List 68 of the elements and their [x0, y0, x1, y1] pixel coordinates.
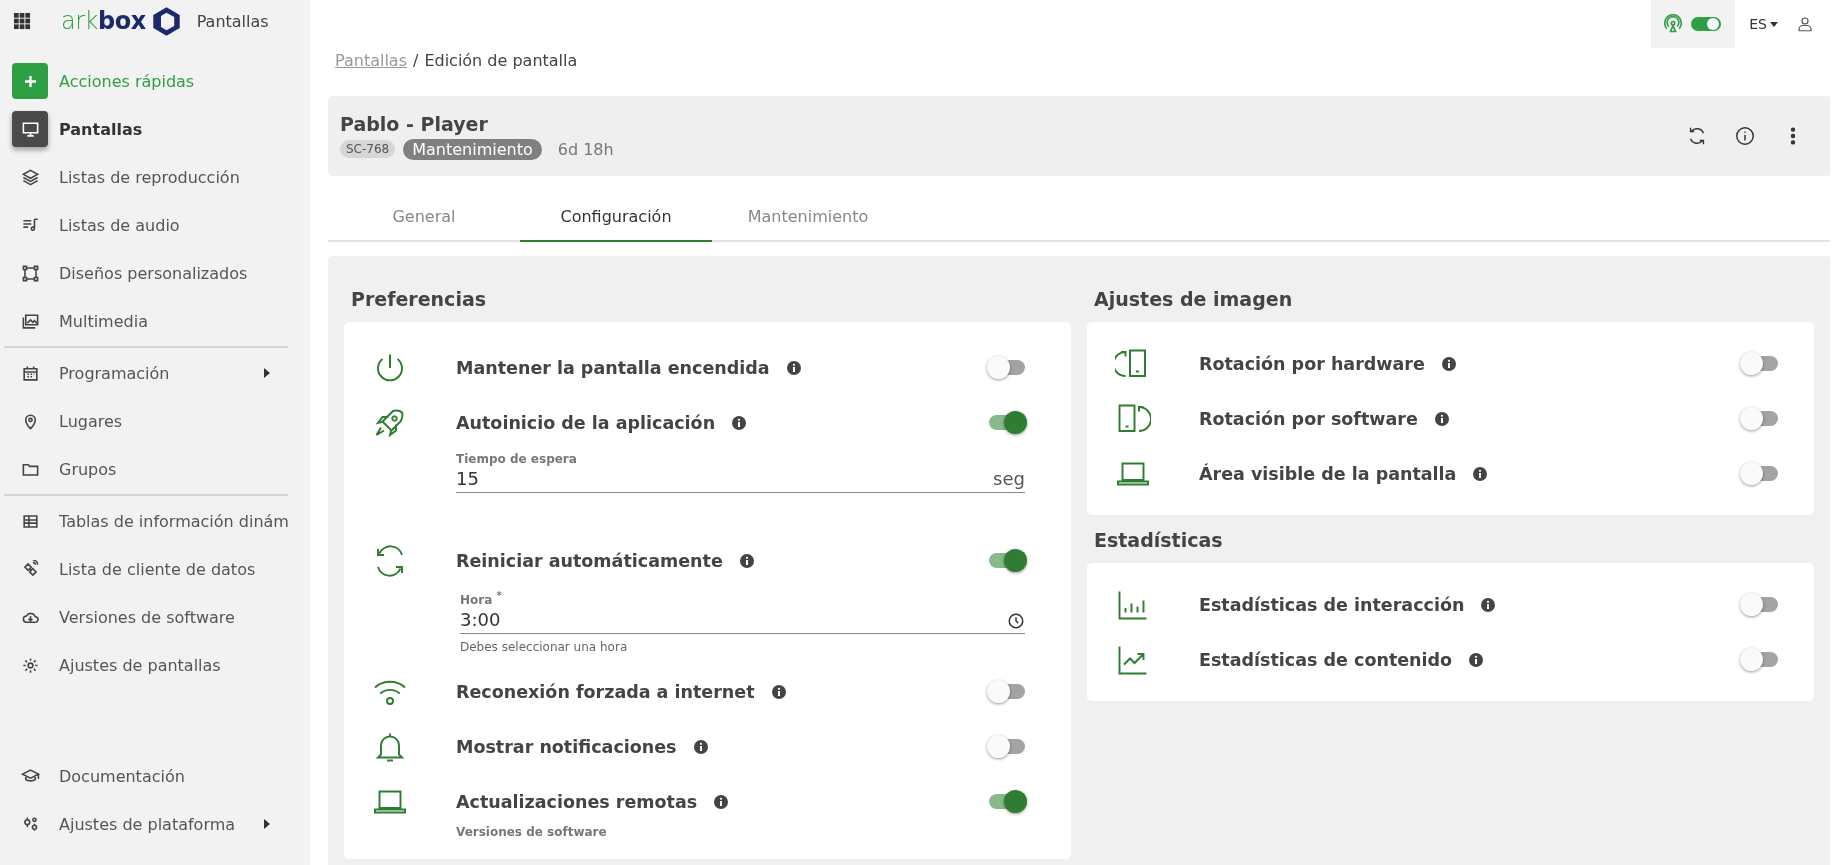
app-name: Pantallas [196, 11, 269, 31]
language-button[interactable]: ES [1749, 16, 1778, 32]
setting-label: Mantener la pantalla encendida [456, 357, 770, 378]
sidebar-item[interactable]: Programación [12, 349, 298, 397]
setting-label: Autoinicio de la aplicación [456, 412, 716, 433]
uptime-text: 6d 18h [557, 139, 614, 159]
section-title: Preferencias [350, 287, 488, 312]
info-icon[interactable] [1468, 651, 1485, 668]
setting-label: Rotación por hardware [1199, 353, 1425, 374]
sidebar-item[interactable]: Diseños personalizados [12, 249, 298, 297]
logo: arkbox [61, 4, 183, 38]
field-label: Versiones de software [456, 825, 608, 839]
field-hint: Debes seleccionar una hora [460, 640, 629, 654]
info-icon[interactable] [738, 552, 755, 569]
sidebar-item[interactable]: Multimedia [12, 297, 298, 345]
user-icon[interactable] [1796, 15, 1814, 33]
info-icon[interactable] [1480, 596, 1497, 613]
setting-label: Área visible de la pantalla [1199, 463, 1457, 484]
info-icon[interactable] [1433, 410, 1450, 427]
setting-label: Estadísticas de interacción [1199, 594, 1465, 615]
info-icon[interactable] [1472, 465, 1489, 482]
info-icon[interactable] [770, 683, 787, 700]
sidebar-item[interactable]: Documentación [12, 752, 298, 800]
breadcrumb-current: Edición de pantalla [424, 50, 578, 70]
images-icon [20, 311, 40, 331]
sidebar-item[interactable]: Ajustes de plataforma [12, 800, 298, 848]
tab[interactable]: General [328, 192, 520, 242]
screen-title: Pablo - Player [340, 112, 489, 135]
caret-icon [1770, 21, 1778, 27]
sidebar-item[interactable]: Listas de reproducción [12, 153, 298, 201]
info-icon[interactable] [785, 359, 802, 376]
tab[interactable]: Mantenimiento [712, 192, 904, 242]
monitor-icon [20, 119, 40, 139]
setting-label: Reiniciar automáticamente [456, 550, 723, 571]
sidebar-item[interactable]: Listas de audio [12, 201, 298, 249]
info-icon[interactable] [692, 738, 709, 755]
calendar-icon [20, 363, 40, 383]
section-title: Estadísticas [1093, 528, 1224, 553]
sidebar-item[interactable]: Lista de cliente de datos [12, 545, 298, 593]
info-icon[interactable] [713, 793, 730, 810]
setting-label: Rotación por software [1199, 408, 1418, 429]
sidebar-item[interactable]: Versiones de software [12, 593, 298, 641]
setting-label: Reconexión forzada a internet [456, 681, 755, 702]
sidebar-item[interactable]: Lugares [12, 397, 298, 445]
info-icon[interactable] [1440, 355, 1457, 372]
field-label: Hora $^{*}$ [460, 590, 503, 607]
sidebar-item[interactable]: Ajustes de pantallas [12, 641, 298, 689]
status-badge: Mantenimiento [403, 138, 542, 160]
info-icon[interactable] [731, 414, 748, 431]
setting-label: Actualizaciones remotas [456, 791, 698, 812]
breadcrumb-separator: / [413, 50, 419, 70]
time-field[interactable]: 3:00 [460, 607, 1025, 634]
code-badge: SC-768 [340, 140, 396, 158]
layers-icon [20, 167, 40, 187]
setting-label: Mostrar notificaciones [456, 736, 677, 757]
apps-grid-icon[interactable] [14, 12, 31, 30]
sidebar-item[interactable]: Pantallas [12, 105, 298, 153]
tab[interactable]: Configuración [520, 192, 712, 242]
input-field[interactable]: 15 seg [456, 466, 1025, 493]
field-label: Tiempo de espera [456, 452, 578, 466]
sidebar-item[interactable]: Tablas de información dinám [12, 497, 298, 545]
sidebar-item[interactable]: Grupos [12, 445, 298, 493]
info-icon[interactable] [1734, 125, 1756, 147]
section-title: Ajustes de imagen [1093, 287, 1294, 312]
broadcast-icon [1663, 14, 1684, 34]
clock-icon[interactable] [1007, 612, 1025, 630]
status-toggle[interactable] [1691, 17, 1722, 31]
setting-label: Estadísticas de contenido [1199, 649, 1453, 670]
